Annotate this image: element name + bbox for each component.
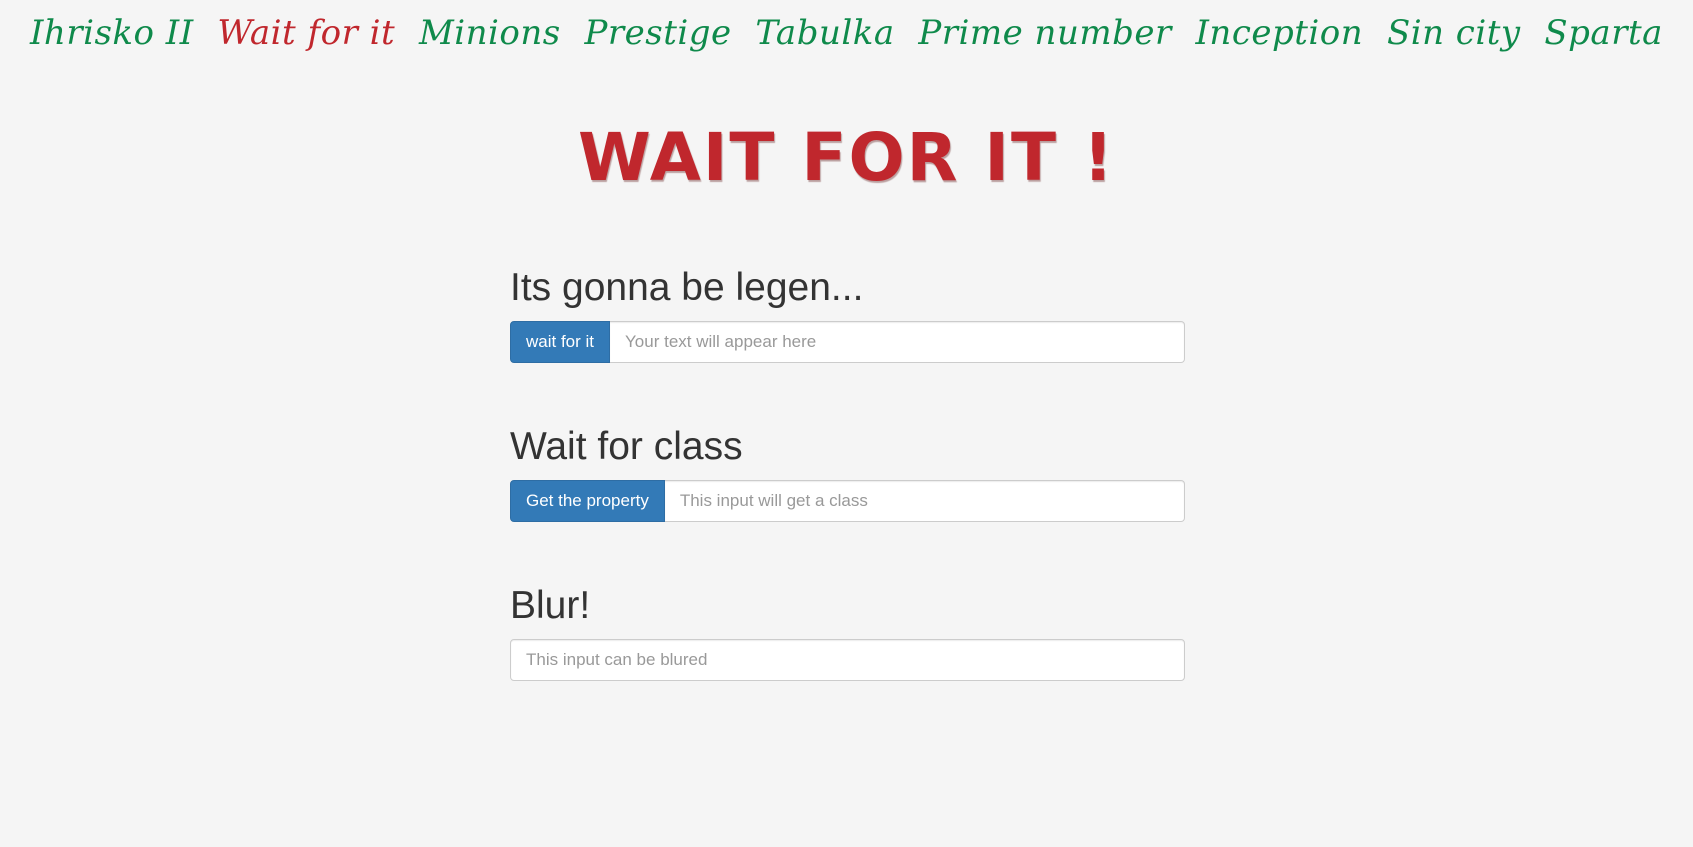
nav-item-ihrisko-ii[interactable]: Ihrisko II [30,16,194,50]
nav-item-inception[interactable]: Inception [1196,16,1364,50]
nav-item-wait-for-it[interactable]: Wait for it [217,16,395,50]
wait-text-input[interactable] [610,321,1185,363]
top-navigation: Ihrisko II Wait for it Minions Prestige … [0,0,1693,66]
nav-item-prestige[interactable]: Prestige [585,16,732,50]
blur-input[interactable] [510,639,1185,681]
legen-section: Its gonna be legen... wait for it [510,265,1185,363]
nav-item-tabulka[interactable]: Tabulka [755,16,894,50]
wait-for-class-section: Wait for class Get the property [510,424,1185,522]
wait-for-it-button[interactable]: wait for it [510,321,611,363]
section-heading-blur: Blur! [510,584,591,627]
class-target-input[interactable] [664,480,1185,522]
section-heading-legen: Its gonna be legen... [510,266,864,309]
nav-item-sparta[interactable]: Sparta [1544,16,1663,50]
nav-item-minions[interactable]: Minions [419,16,561,50]
nav-item-sin-city[interactable]: Sin city [1387,16,1521,50]
section-heading-wait-for-class: Wait for class [510,425,743,468]
class-input-group: Get the property [510,480,1185,522]
wait-input-group: wait for it [510,321,1185,363]
get-the-property-button[interactable]: Get the property [510,480,665,522]
blur-section: Blur! [510,583,1185,681]
nav-item-prime-number[interactable]: Prime number [918,16,1171,50]
page-title: WAIT FOR IT ! [577,119,1116,196]
